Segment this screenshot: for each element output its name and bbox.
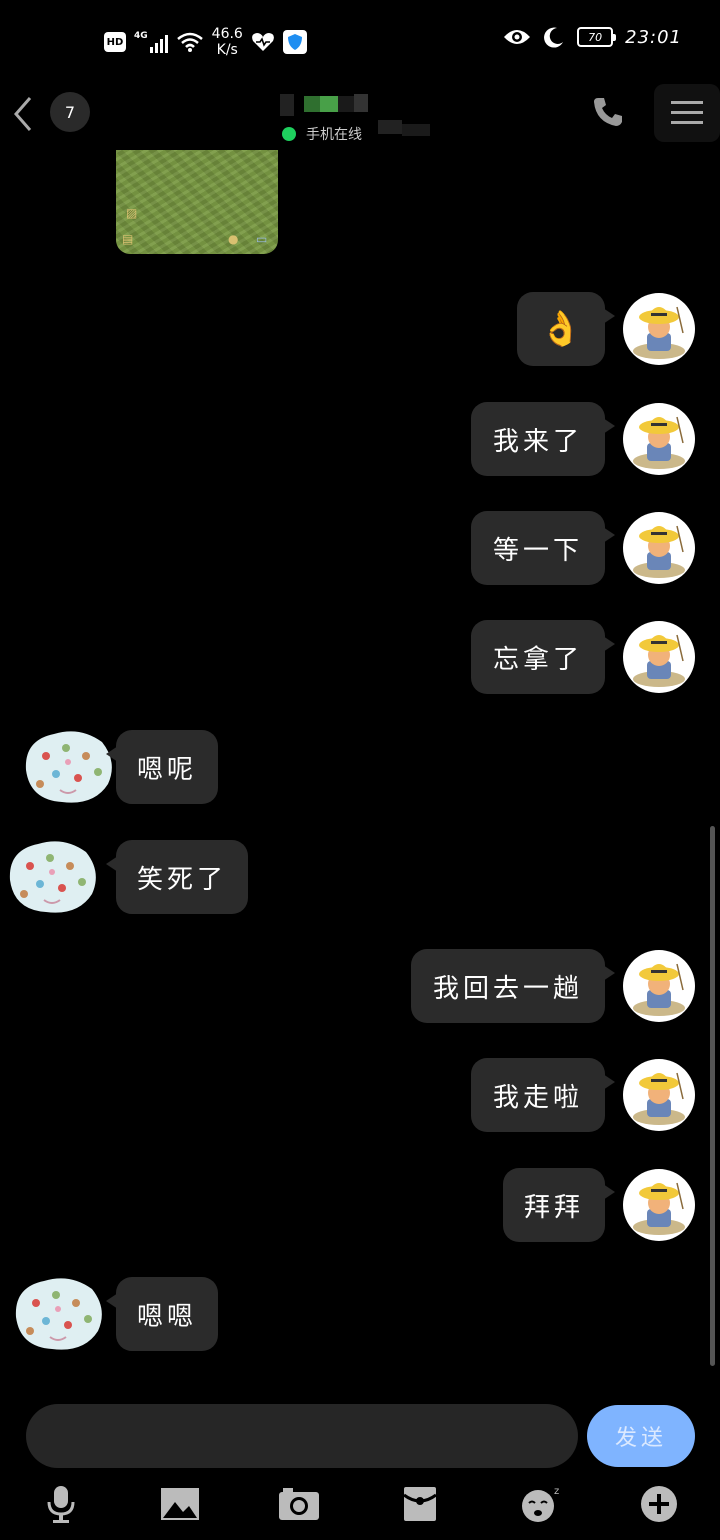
menu-icon <box>671 101 703 124</box>
battery-icon: 70 <box>577 27 617 47</box>
sent-message-bubble[interactable]: 我走啦 <box>471 1058 615 1132</box>
received-message-bubble[interactable]: 笑死了 <box>106 840 248 914</box>
status-right: 70 23:01 <box>503 26 682 48</box>
sent-message-bubble[interactable]: 拜拜 <box>503 1168 615 1242</box>
signal-icon: 4G <box>134 31 168 53</box>
my-avatar[interactable] <box>623 1059 695 1131</box>
camera-icon[interactable] <box>274 1478 324 1530</box>
message-text: 我走啦 <box>492 1082 583 1113</box>
message-text: 👌 <box>539 309 583 349</box>
plus-icon[interactable] <box>634 1478 684 1530</box>
phone-icon[interactable] <box>590 94 626 130</box>
received-message-bubble[interactable]: 嗯呢 <box>106 730 218 804</box>
sent-message-bubble[interactable]: 我来了 <box>471 402 615 476</box>
back-arrow-icon[interactable] <box>8 94 38 134</box>
grass-texture <box>116 150 278 254</box>
image-message[interactable]: ▨ ▤ ● ▭ <box>116 150 278 254</box>
speed-unit: K/s <box>216 42 238 58</box>
online-status: 手机在线 <box>282 124 362 144</box>
image-icon[interactable] <box>155 1478 205 1530</box>
my-avatar[interactable] <box>623 950 695 1022</box>
message-text: 拜拜 <box>523 1192 584 1223</box>
hd-icon: HD <box>104 32 126 52</box>
moon-icon <box>544 27 564 48</box>
my-avatar[interactable] <box>623 621 695 693</box>
chat-toolbar: z <box>0 1478 720 1530</box>
wifi-icon <box>176 32 203 52</box>
message-input[interactable] <box>26 1404 578 1468</box>
unread-badge[interactable]: 7 <box>50 92 90 132</box>
red-packet-icon[interactable] <box>395 1478 445 1530</box>
sent-message-bubble[interactable]: 我回去一趟 <box>411 949 615 1023</box>
face-icon: ● <box>228 232 239 246</box>
battery-level: 70 <box>588 30 603 44</box>
pencil-icon: ▨ <box>126 206 138 220</box>
eye-icon <box>504 30 531 44</box>
sent-message-bubble[interactable]: 等一下 <box>471 511 615 585</box>
status-left: HD 4G 46.6 K/s <box>104 24 307 60</box>
sent-message-bubble[interactable]: 👌 <box>517 292 615 366</box>
microphone-icon[interactable] <box>36 1478 86 1530</box>
speed-value: 46.6 <box>211 26 243 42</box>
message-text: 我来了 <box>492 426 583 457</box>
message-text: 笑死了 <box>136 864 227 895</box>
contact-avatar[interactable] <box>10 1273 106 1353</box>
contact-avatar[interactable] <box>20 726 116 806</box>
network-speed: 46.6 K/s <box>212 26 243 58</box>
message-text: 嗯嗯 <box>136 1301 197 1332</box>
sent-message-bubble[interactable]: 忘拿了 <box>471 620 615 694</box>
online-status-text: 手机在线 <box>306 127 362 143</box>
my-avatar[interactable] <box>623 1169 695 1241</box>
svg-text:z: z <box>554 1486 559 1497</box>
message-text: 嗯呢 <box>136 754 197 785</box>
online-dot <box>282 127 296 141</box>
my-avatar[interactable] <box>623 293 695 365</box>
chat-icon: ▭ <box>256 232 268 246</box>
my-avatar[interactable] <box>623 403 695 475</box>
health-icon <box>251 33 274 51</box>
clock: 23:01 <box>625 26 682 48</box>
received-message-bubble[interactable]: 嗯嗯 <box>106 1277 218 1351</box>
send-button[interactable]: 发送 <box>587 1405 695 1467</box>
scrollbar[interactable] <box>710 826 715 1366</box>
network-type: 4G <box>134 31 148 41</box>
book-icon: ▤ <box>122 232 134 246</box>
shield-icon <box>282 30 307 54</box>
message-text: 等一下 <box>492 535 583 566</box>
status-bar: HD 4G 46.6 K/s 70 23:01 <box>0 0 720 80</box>
emoji-icon[interactable]: z <box>516 1478 566 1530</box>
my-avatar[interactable] <box>623 512 695 584</box>
message-text: 忘拿了 <box>492 644 583 675</box>
contact-avatar[interactable] <box>4 836 100 916</box>
menu-button[interactable] <box>654 84 720 142</box>
message-text: 我回去一趟 <box>432 973 583 1004</box>
